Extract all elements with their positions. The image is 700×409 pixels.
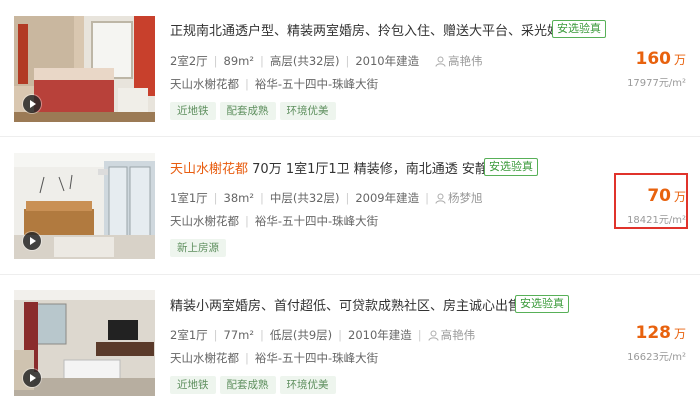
layout-text: 2室1厅: [170, 328, 208, 342]
agent-name: 高艳伟: [440, 328, 476, 342]
agent-name: 高艳伟: [447, 54, 483, 68]
listing-photo[interactable]: [14, 16, 155, 122]
tag-list: 新上房源: [170, 236, 230, 257]
total-price: 70 万: [647, 186, 686, 206]
tag: 配套成熟: [219, 376, 276, 394]
layout-text: 2室2厅: [170, 54, 208, 68]
tag: 配套成熟: [219, 102, 276, 120]
verified-badge: 安选验真: [515, 295, 569, 313]
total-price: 160 万: [635, 49, 686, 69]
area-text: 38m²: [223, 191, 254, 205]
floor-text: 低层(共9层): [269, 328, 333, 342]
tag: 新上房源: [170, 239, 226, 257]
divider: [0, 274, 700, 275]
listing-photo[interactable]: [14, 153, 155, 259]
total-price: 128 万: [635, 323, 686, 343]
listing-title[interactable]: 天山水榭花都 70万 1室1厅1卫 精装修，南北通透 安静: [170, 158, 488, 177]
year-text: 2010年建造: [355, 54, 420, 68]
person-icon: [435, 56, 446, 67]
district-text: 裕华-五十四中-珠峰大街: [254, 214, 379, 228]
listing-info: 2室2厅|89m²|高层(共32层)|2010年建造|高艳伟: [170, 54, 483, 68]
price-value: 160: [635, 49, 671, 69]
tag: 近地铁: [170, 102, 216, 120]
layout-text: 1室1厅: [170, 191, 208, 205]
listing-title[interactable]: 精装小两室婚房、首付超低、可贷款成熟社区、房主诚心出售: [170, 295, 521, 314]
listing-photo[interactable]: [14, 290, 155, 396]
play-video-icon[interactable]: [23, 369, 41, 387]
unit-price: 18421元/m²: [627, 215, 686, 226]
person-icon: [435, 193, 446, 204]
area-text: 89m²: [223, 54, 254, 68]
price-unit: 万: [673, 53, 686, 67]
area-text: 77m²: [223, 328, 254, 342]
listing-address: 天山水榭花都 | 裕华-五十四中-珠峰大街: [170, 351, 379, 365]
agent[interactable]: 高艳伟: [428, 328, 476, 342]
community-link[interactable]: 天山水榭花都: [170, 77, 239, 91]
unit-price: 16623元/m²: [627, 352, 686, 363]
verified-badge: 安选验真: [484, 158, 538, 176]
divider: [0, 136, 700, 137]
tag-list: 近地铁 配套成熟 环境优美: [170, 99, 340, 120]
play-video-icon[interactable]: [23, 95, 41, 113]
district-text: 裕华-五十四中-珠峰大街: [254, 351, 379, 365]
agent-name: 杨梦旭: [447, 191, 483, 205]
floor-text: 中层(共32层): [269, 191, 340, 205]
price-value: 128: [635, 323, 671, 343]
price-unit: 万: [673, 327, 686, 341]
agent[interactable]: 高艳伟: [435, 54, 483, 68]
community-link[interactable]: 天山水榭花都: [170, 214, 239, 228]
year-text: 2010年建造: [348, 328, 412, 342]
community-highlight[interactable]: 天山水榭花都: [170, 162, 248, 177]
unit-price: 17977元/m²: [627, 78, 686, 89]
listing-info: 1室1厅 | 38m² | 中层(共32层) | 2009年建造 | 杨梦旭: [170, 191, 483, 205]
tag-list: 近地铁 配套成熟 环境优美: [170, 373, 340, 394]
community-link[interactable]: 天山水榭花都: [170, 351, 239, 365]
verified-badge: 安选验真: [552, 20, 606, 38]
tag: 近地铁: [170, 376, 216, 394]
district-text: 裕华-五十四中-珠峰大街: [254, 77, 379, 91]
listing-info: 2室1厅 | 77m² | 低层(共9层) | 2010年建造 | 高艳伟: [170, 328, 476, 342]
price-unit: 万: [673, 190, 686, 204]
floor-text: 高层(共32层): [269, 54, 340, 68]
play-video-icon[interactable]: [23, 232, 41, 250]
agent[interactable]: 杨梦旭: [435, 191, 483, 205]
listing-address: 天山水榭花都 | 裕华-五十四中-珠峰大街: [170, 214, 379, 228]
year-text: 2009年建造: [355, 191, 420, 205]
tag: 环境优美: [279, 102, 336, 120]
tag: 环境优美: [279, 376, 336, 394]
price-value: 70: [647, 186, 671, 206]
person-icon: [428, 330, 439, 341]
listing-address: 天山水榭花都 | 裕华-五十四中-珠峰大街: [170, 77, 379, 91]
listing-title[interactable]: 正规南北通透户型、精装两室婚房、拎包入住、赠送大平台、采光好: [170, 20, 560, 39]
